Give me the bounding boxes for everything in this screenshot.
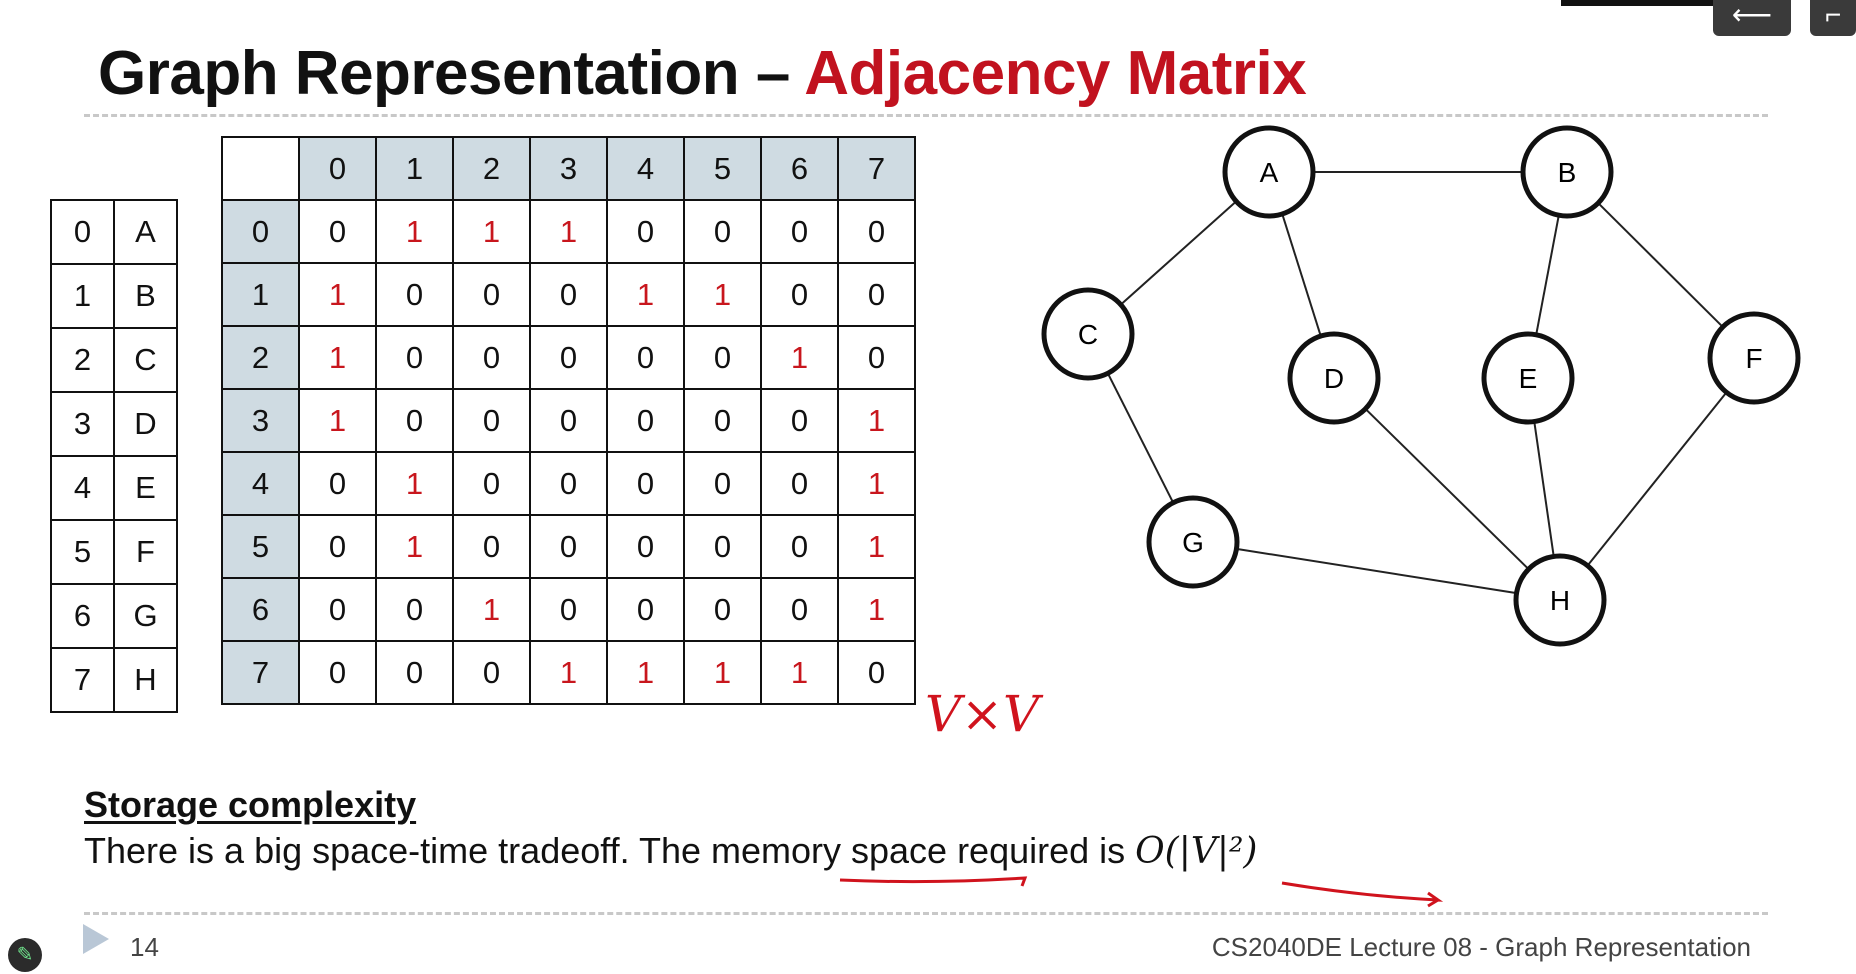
graph-edge-G-H bbox=[1236, 547, 1517, 595]
graph-edge-E-H bbox=[1533, 421, 1555, 557]
graph-edge-A-C bbox=[1120, 200, 1237, 306]
storage-formula: O(|V|²) bbox=[1135, 831, 1258, 872]
graph-node-label: F bbox=[1745, 343, 1762, 374]
graph-edge-A-D bbox=[1281, 213, 1322, 337]
ink-underline-formula bbox=[1281, 881, 1444, 908]
graph-edge-B-F bbox=[1597, 202, 1724, 328]
graph-node-label: G bbox=[1182, 527, 1204, 558]
graph-node-label: C bbox=[1078, 319, 1098, 350]
storage-sentence: There is a big space-time tradeoff. The … bbox=[84, 830, 1136, 871]
graph-node-label: A bbox=[1260, 157, 1279, 188]
graph-edge-B-E bbox=[1535, 215, 1560, 335]
back-arrow-icon[interactable]: ⟵ bbox=[1713, 0, 1791, 36]
graph-node-label: B bbox=[1558, 157, 1577, 188]
fullscreen-icon[interactable]: ⌐ bbox=[1810, 0, 1856, 36]
storage-text: There is a big space-time tradeoff. The … bbox=[84, 830, 1257, 872]
graph-diagram: A B C D E F G H bbox=[839, 125, 1801, 908]
graph-node-label: E bbox=[1519, 363, 1538, 394]
slide-number: 14 bbox=[130, 932, 159, 962]
play-icon[interactable] bbox=[83, 924, 109, 954]
graph-node-label: H bbox=[1550, 585, 1570, 616]
graph-edge-D-H bbox=[1364, 408, 1530, 570]
ink-underline-memory-space bbox=[839, 876, 1028, 887]
graph-edge-F-H bbox=[1586, 391, 1728, 567]
graph-edge-C-G bbox=[1106, 372, 1175, 504]
course-footer: CS2040DE Lecture 08 - Graph Representati… bbox=[1211, 932, 1751, 962]
bottom-divider bbox=[84, 912, 1768, 915]
pen-icon[interactable]: ✎ bbox=[8, 938, 42, 972]
graph-node-label: D bbox=[1324, 363, 1344, 394]
storage-heading: Storage complexity bbox=[84, 784, 417, 825]
